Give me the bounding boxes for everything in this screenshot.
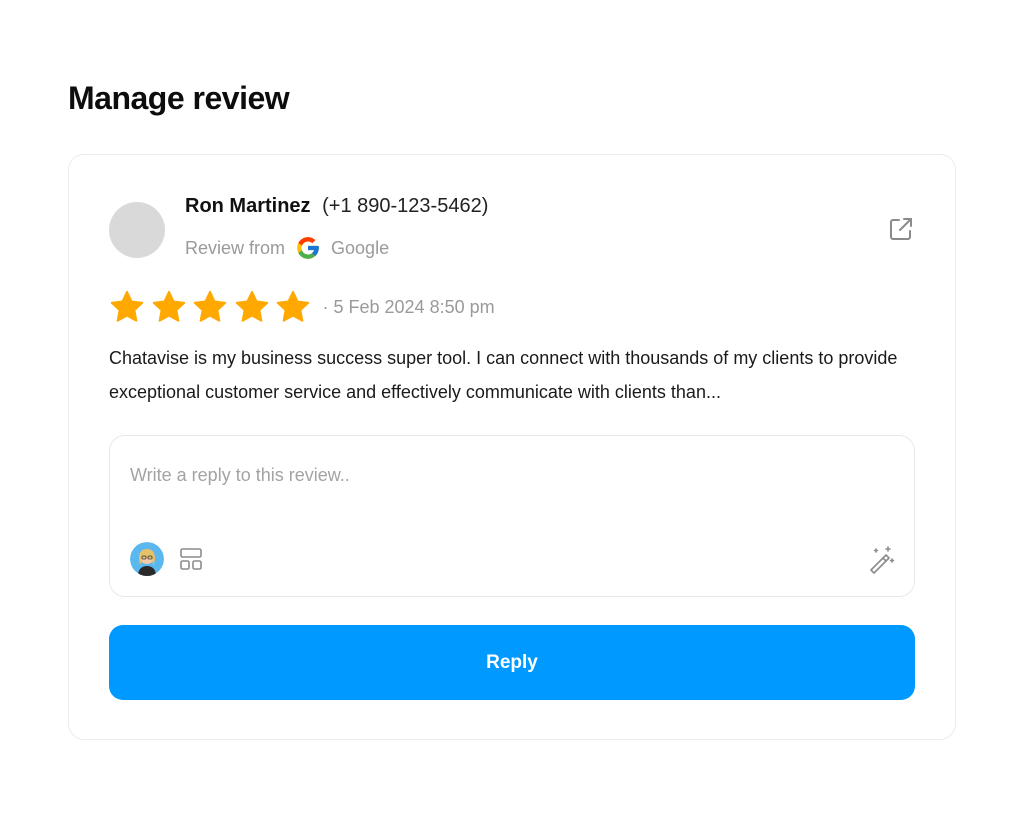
rating-row: · 5 Feb 2024 8:50 pm: [109, 289, 495, 325]
review-source-prefix: Review from: [185, 237, 286, 258]
star-icon: [275, 289, 311, 325]
review-card: Ron Martinez (+1 890-123-5462) Review fr…: [68, 154, 956, 740]
star-icon: [192, 289, 228, 325]
magic-wand-icon[interactable]: [866, 544, 896, 574]
review-source: Review from Google: [185, 235, 389, 261]
agent-avatar[interactable]: [130, 542, 164, 576]
external-link-icon[interactable]: [887, 215, 915, 243]
star-rating: [109, 289, 317, 325]
reply-composer: [109, 435, 915, 597]
reviewer-header: Ron Martinez (+1 890-123-5462): [185, 195, 488, 218]
star-icon: [234, 289, 270, 325]
review-source-name: Google: [331, 237, 390, 258]
reviewer-phone: (+1 890-123-5462): [322, 195, 489, 217]
reviewer-name: Ron Martinez: [185, 195, 311, 217]
star-icon: [151, 289, 187, 325]
reviewer-avatar: [109, 202, 165, 258]
manage-review-page: Manage review Ron Martinez (+1 890-123-5…: [0, 0, 1024, 819]
google-icon: [295, 235, 321, 261]
reply-input[interactable]: [130, 458, 890, 492]
template-icon[interactable]: [178, 546, 204, 572]
review-text: Chatavise is my business success super t…: [109, 348, 898, 402]
star-icon: [109, 289, 145, 325]
review-date: · 5 Feb 2024 8:50 pm: [322, 296, 495, 317]
page-title: Manage review: [68, 80, 290, 116]
reply-button[interactable]: Reply: [109, 625, 915, 700]
